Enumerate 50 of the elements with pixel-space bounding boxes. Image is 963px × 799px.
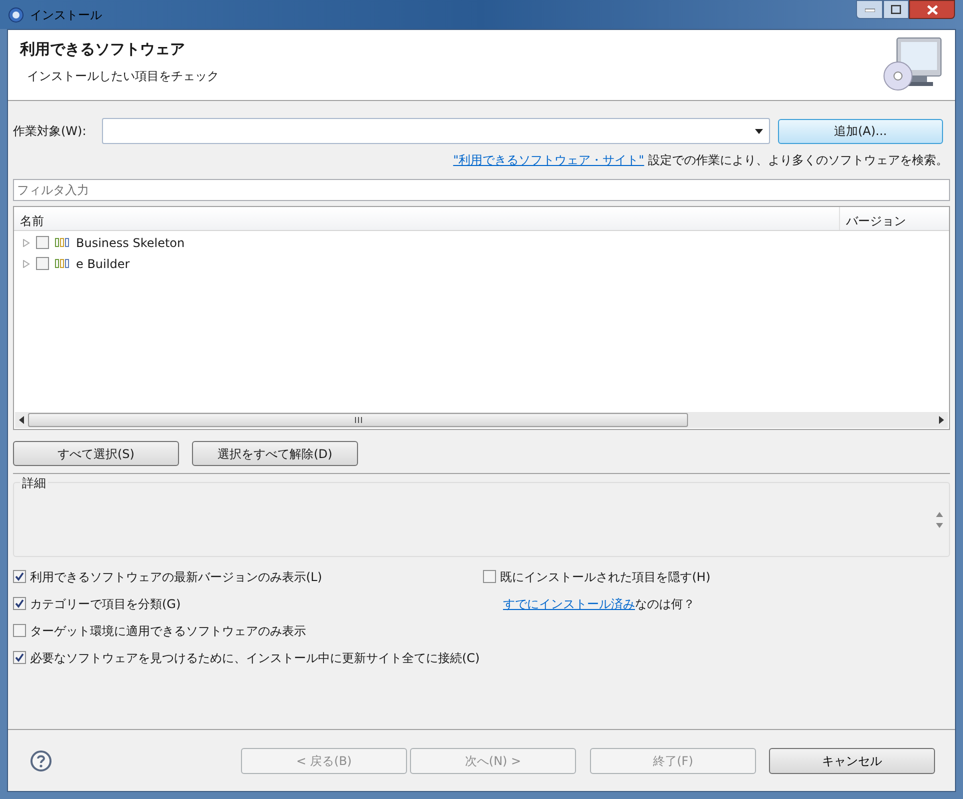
- option-label[interactable]: カテゴリーで項目を分類(G): [30, 594, 181, 612]
- close-button[interactable]: [909, 0, 955, 19]
- scroll-left-icon: [19, 416, 24, 424]
- scrollbar-thumb[interactable]: [28, 413, 688, 427]
- option-label[interactable]: ターゲット環境に適用できるソフトウェアのみ表示: [30, 622, 306, 640]
- checkbox[interactable]: [36, 236, 49, 249]
- minimize-icon: [864, 8, 874, 12]
- close-icon: [926, 4, 938, 14]
- installed-link[interactable]: すでにインストール済み: [503, 596, 635, 610]
- option-label[interactable]: 必要なソフトウェアを見つけるために、インストール中に更新サイト全てに接続(C): [30, 648, 480, 666]
- filter-field[interactable]: フィルタ入力: [13, 179, 950, 201]
- category-icon: [55, 238, 70, 247]
- page-title: 利用できるソフトウェア: [20, 39, 186, 60]
- maximize-icon: [891, 5, 901, 14]
- dropdown-arrow-icon: [755, 128, 763, 134]
- selection-button[interactable]: 選択をすべて解除(D): [192, 441, 358, 466]
- help-icon[interactable]: [30, 750, 52, 772]
- checkbox[interactable]: [13, 597, 26, 610]
- checkbox[interactable]: [13, 570, 26, 583]
- checkbox[interactable]: [483, 570, 496, 583]
- column-header[interactable]: 名前: [14, 207, 840, 230]
- tree-item-label[interactable]: e Builder: [76, 254, 130, 272]
- grip-icon: [354, 417, 362, 423]
- work-with-label: 作業対象(W):: [13, 123, 88, 140]
- window-title: インストール: [30, 6, 102, 24]
- horizontal-scrollbar[interactable]: [15, 412, 948, 428]
- page-subtitle: インストールしたい項目をチェック: [27, 68, 219, 84]
- tree-item-label[interactable]: Business Skeleton: [76, 234, 185, 252]
- checkbox[interactable]: [13, 624, 26, 637]
- site-link[interactable]: "利用できるソフトウェア・サイト": [453, 153, 644, 167]
- scroll-arrows-icon: [936, 510, 943, 530]
- site-hint-text: "利用できるソフトウェア・サイト" 設定での作業により、より多くのソフトウェアを検索。: [453, 152, 948, 169]
- option-label[interactable]: 利用できるソフトウェアの最新バージョンのみ表示(L): [30, 568, 322, 586]
- column-header[interactable]: バージョン: [840, 207, 949, 230]
- app-icon: [8, 6, 24, 22]
- selection-button[interactable]: すべて選択(S): [13, 441, 179, 466]
- installed-help-text: すでにインストール済みなのは何？: [503, 596, 695, 612]
- expand-icon[interactable]: [23, 238, 30, 246]
- wizard-button[interactable]: キャンセル: [769, 748, 935, 774]
- scroll-right-icon: [939, 416, 944, 424]
- checkbox[interactable]: [13, 651, 26, 664]
- details-title: 詳細: [20, 474, 48, 492]
- minimize-button[interactable]: [856, 0, 883, 19]
- maximize-button[interactable]: [883, 0, 909, 19]
- checkbox[interactable]: [36, 257, 49, 270]
- expand-icon[interactable]: [23, 260, 30, 268]
- category-icon: [55, 259, 70, 268]
- add-button[interactable]: 追加(A)...: [778, 118, 943, 144]
- work-with-combo[interactable]: [102, 118, 770, 144]
- option-label[interactable]: 既にインストールされた項目を隠す(H): [500, 568, 710, 586]
